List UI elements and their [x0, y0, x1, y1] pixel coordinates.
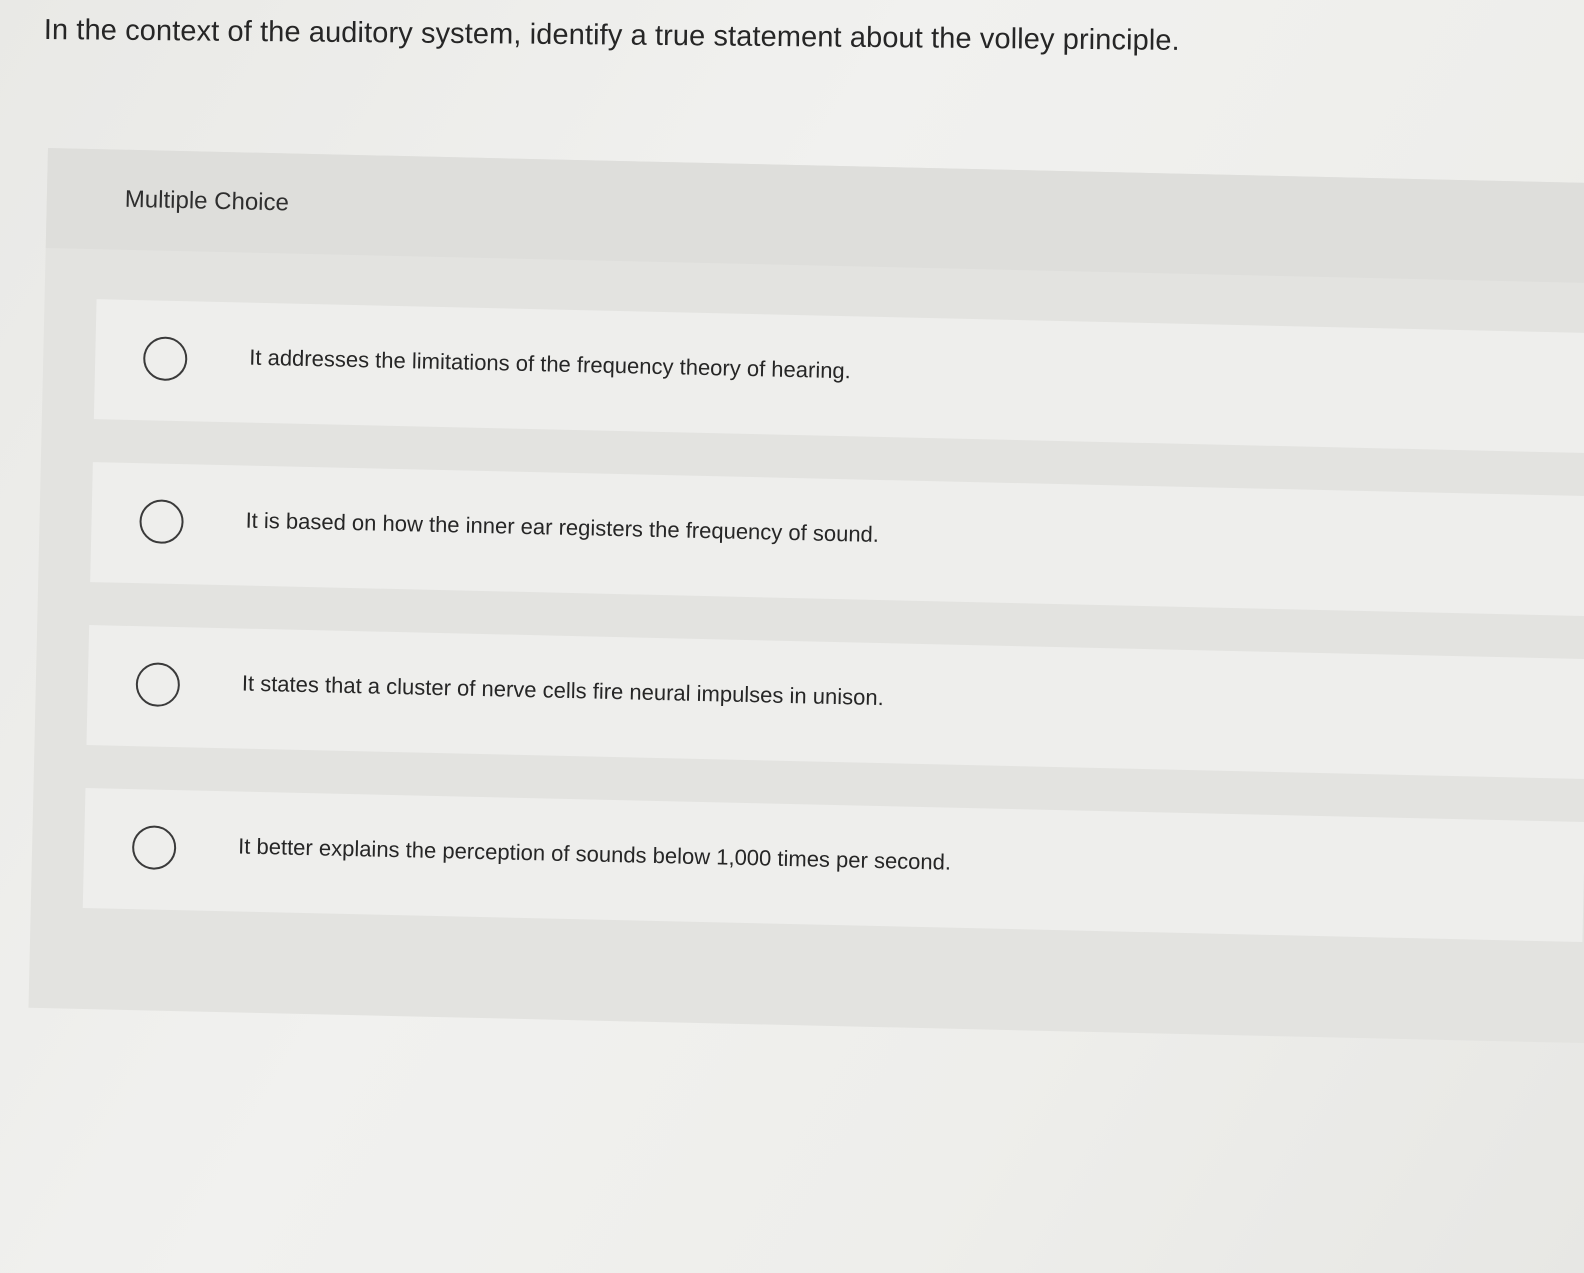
answer-option-4[interactable]: It better explains the perception of sou… [82, 788, 1584, 943]
radio-button[interactable] [142, 336, 188, 382]
answer-option-2[interactable]: It is based on how the inner ear registe… [90, 462, 1584, 617]
multiple-choice-panel: Multiple Choice It addresses the limitat… [28, 148, 1584, 1044]
multiple-choice-label: Multiple Choice [124, 185, 290, 217]
answer-option-text: It addresses the limitations of the freq… [249, 344, 852, 384]
radio-button[interactable] [139, 499, 185, 545]
answer-option-text: It states that a cluster of nerve cells … [241, 670, 885, 711]
answer-option-text: It better explains the perception of sou… [237, 833, 952, 875]
radio-button[interactable] [131, 825, 177, 871]
radio-button[interactable] [135, 662, 181, 708]
answer-option-text: It is based on how the inner ear registe… [245, 507, 880, 547]
answer-option-3[interactable]: It states that a cluster of nerve cells … [86, 625, 1584, 780]
answer-option-1[interactable]: It addresses the limitations of the freq… [93, 299, 1584, 454]
